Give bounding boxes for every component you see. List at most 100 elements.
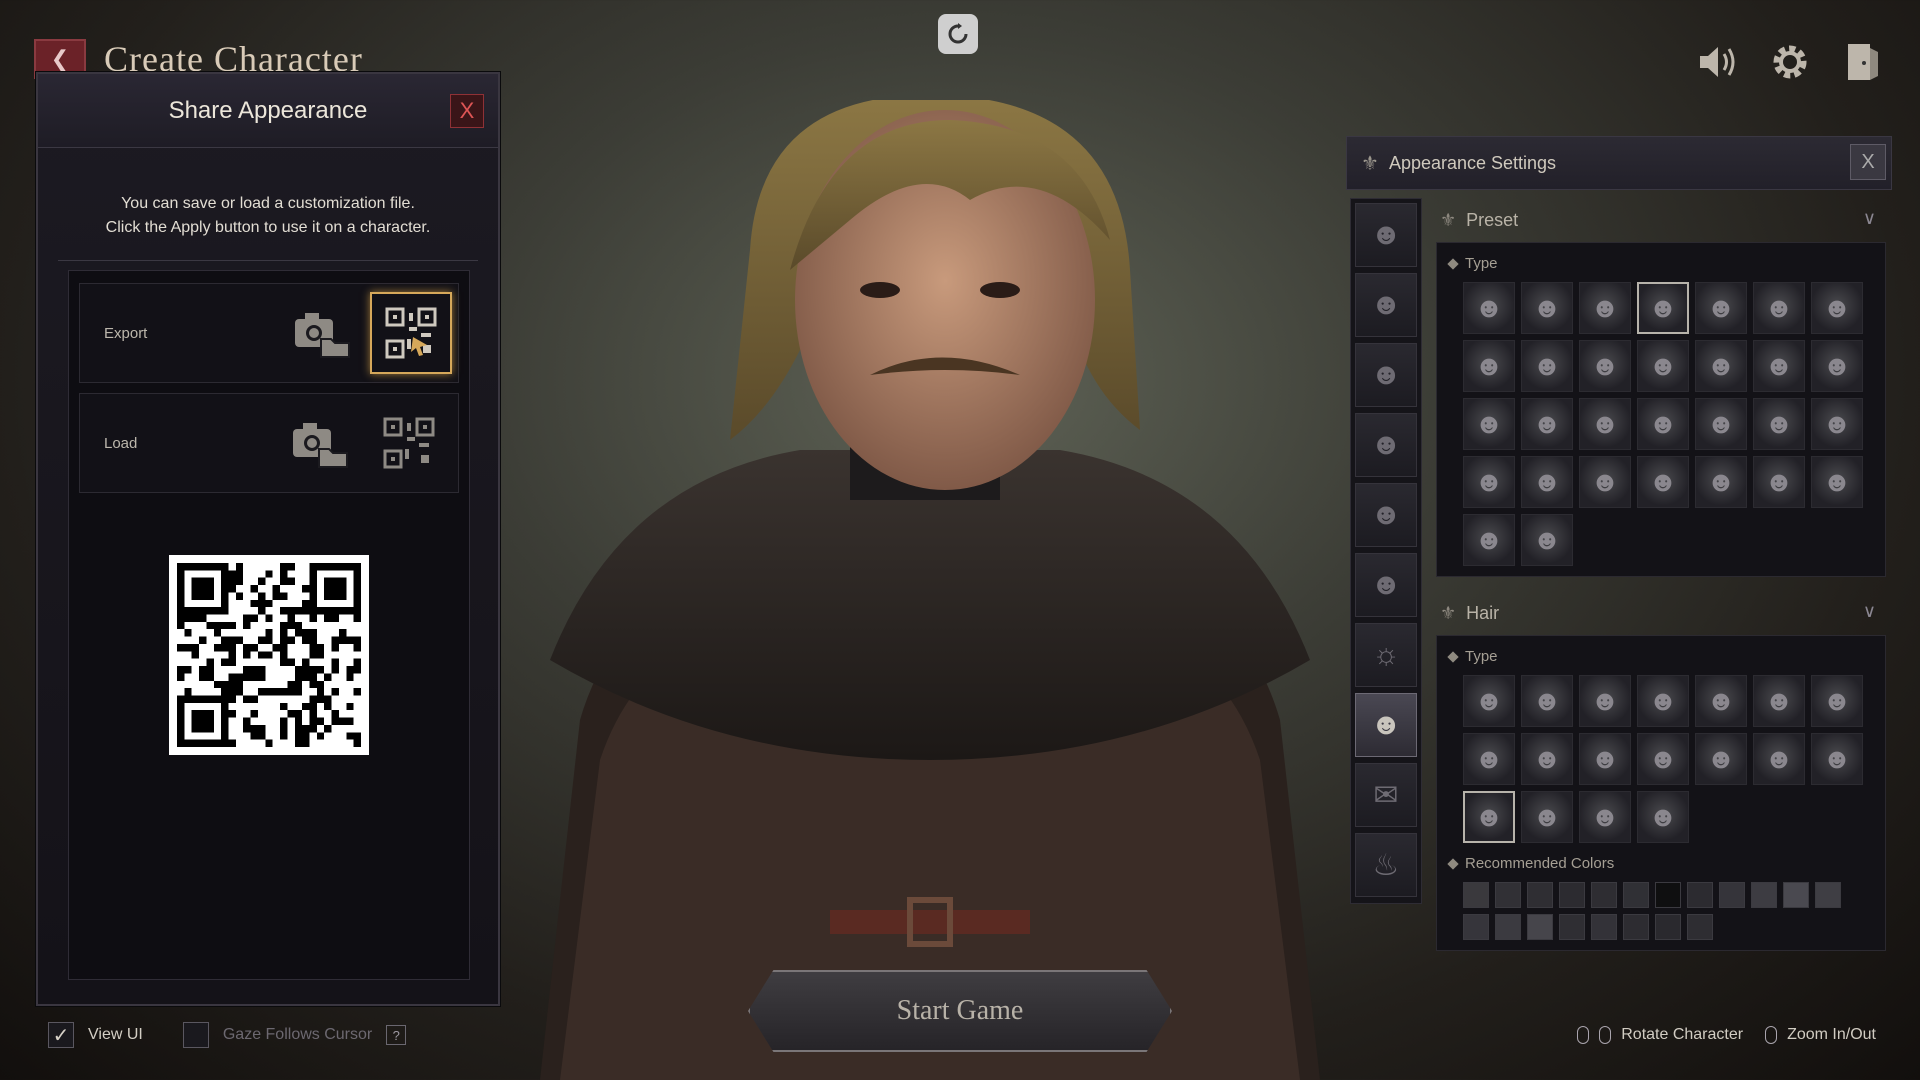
hair-thumb-11[interactable]: ☻	[1637, 733, 1689, 785]
color-swatch-4[interactable]	[1559, 882, 1585, 908]
color-swatch-2[interactable]	[1495, 882, 1521, 908]
gaze-checkbox[interactable]	[182, 1022, 209, 1048]
sound-button[interactable]	[1696, 40, 1740, 84]
preset-thumb-11[interactable]: ☻	[1637, 340, 1689, 392]
share-appearance-panel: Share Appearance X You can save or load …	[36, 72, 500, 1006]
preset-thumb-30[interactable]: ☻	[1521, 514, 1573, 566]
preset-thumb-12[interactable]: ☻	[1695, 340, 1747, 392]
color-swatch-17[interactable]	[1591, 914, 1617, 940]
tab-face-4[interactable]: ☻	[1355, 413, 1417, 477]
color-swatch-11[interactable]	[1783, 882, 1809, 908]
preset-thumb-3[interactable]: ☻	[1579, 282, 1631, 334]
hairstyle-thumbnail-icon: ☻	[1532, 801, 1562, 832]
preset-thumb-1[interactable]: ☻	[1463, 282, 1515, 334]
hair-thumb-1[interactable]: ☻	[1463, 675, 1515, 727]
color-swatch-7[interactable]	[1655, 882, 1681, 908]
preset-thumb-28[interactable]: ☻	[1811, 456, 1863, 508]
character-preview[interactable]	[500, 94, 1360, 1080]
tab-outfit[interactable]: ♨	[1355, 833, 1417, 897]
preset-thumb-9[interactable]: ☻	[1521, 340, 1573, 392]
tab-face-1[interactable]: ☻	[1355, 203, 1417, 267]
preset-thumb-7[interactable]: ☻	[1811, 282, 1863, 334]
preset-thumb-18[interactable]: ☻	[1637, 398, 1689, 450]
preset-thumb-5[interactable]: ☻	[1695, 282, 1747, 334]
view-ui-checkbox[interactable]: ✓	[48, 1022, 74, 1048]
preset-thumb-10[interactable]: ☻	[1579, 340, 1631, 392]
settings-button[interactable]	[1768, 40, 1812, 84]
hair-thumb-18[interactable]: ☻	[1637, 791, 1689, 843]
exit-button[interactable]	[1840, 40, 1884, 84]
preset-thumb-14[interactable]: ☻	[1811, 340, 1863, 392]
color-swatch-9[interactable]	[1719, 882, 1745, 908]
tab-face-2[interactable]: ☻	[1355, 273, 1417, 337]
color-swatch-1[interactable]	[1463, 882, 1489, 908]
color-swatch-18[interactable]	[1623, 914, 1649, 940]
hair-thumb-16[interactable]: ☻	[1521, 791, 1573, 843]
hair-thumb-10[interactable]: ☻	[1579, 733, 1631, 785]
reset-camera-button[interactable]	[938, 14, 978, 54]
hair-thumb-9[interactable]: ☻	[1521, 733, 1573, 785]
color-swatch-15[interactable]	[1527, 914, 1553, 940]
tab-face-6[interactable]: ☻	[1355, 553, 1417, 617]
preset-thumb-24[interactable]: ☻	[1579, 456, 1631, 508]
tab-body[interactable]: ✉	[1355, 763, 1417, 827]
tab-face-paint[interactable]: ☼	[1355, 623, 1417, 687]
color-swatch-8[interactable]	[1687, 882, 1713, 908]
tab-face-5[interactable]: ☻	[1355, 483, 1417, 547]
preset-thumb-23[interactable]: ☻	[1521, 456, 1573, 508]
share-close-button[interactable]: X	[450, 94, 484, 128]
appearance-close-button[interactable]: X	[1850, 144, 1886, 180]
diamond-icon	[1447, 857, 1459, 870]
load-qr-button[interactable]	[368, 402, 450, 484]
hair-thumb-7[interactable]: ☻	[1811, 675, 1863, 727]
preset-section-header[interactable]: ⚜ Preset ∨	[1436, 198, 1886, 242]
help-icon[interactable]: ?	[386, 1025, 407, 1045]
preset-thumb-6[interactable]: ☻	[1753, 282, 1805, 334]
export-screenshot-button[interactable]	[280, 292, 362, 374]
color-swatch-10[interactable]	[1751, 882, 1777, 908]
preset-thumb-20[interactable]: ☻	[1753, 398, 1805, 450]
preset-thumb-16[interactable]: ☻	[1521, 398, 1573, 450]
preset-thumb-8[interactable]: ☻	[1463, 340, 1515, 392]
color-swatch-6[interactable]	[1623, 882, 1649, 908]
hairstyle-thumbnail-icon: ☻	[1822, 685, 1852, 716]
preset-thumb-17[interactable]: ☻	[1579, 398, 1631, 450]
preset-thumb-26[interactable]: ☻	[1695, 456, 1747, 508]
tab-face-3[interactable]: ☻	[1355, 343, 1417, 407]
hair-thumb-14[interactable]: ☻	[1811, 733, 1863, 785]
hair-thumb-5[interactable]: ☻	[1695, 675, 1747, 727]
color-swatch-20[interactable]	[1687, 914, 1713, 940]
export-qr-button[interactable]	[370, 292, 452, 374]
preset-thumb-15[interactable]: ☻	[1463, 398, 1515, 450]
hair-thumb-8[interactable]: ☻	[1463, 733, 1515, 785]
hair-thumb-2[interactable]: ☻	[1521, 675, 1573, 727]
tab-hair[interactable]: ☻	[1355, 693, 1417, 757]
color-swatch-5[interactable]	[1591, 882, 1617, 908]
preset-thumb-25[interactable]: ☻	[1637, 456, 1689, 508]
hair-section-header[interactable]: ⚜ Hair ∨	[1436, 591, 1886, 635]
color-swatch-14[interactable]	[1495, 914, 1521, 940]
hairstyle-thumbnail-icon: ☻	[1648, 801, 1678, 832]
hair-thumb-4[interactable]: ☻	[1637, 675, 1689, 727]
hair-thumb-12[interactable]: ☻	[1695, 733, 1747, 785]
hair-thumb-15[interactable]: ☻	[1463, 791, 1515, 843]
hair-thumb-13[interactable]: ☻	[1753, 733, 1805, 785]
preset-thumb-29[interactable]: ☻	[1463, 514, 1515, 566]
preset-thumb-2[interactable]: ☻	[1521, 282, 1573, 334]
preset-thumb-22[interactable]: ☻	[1463, 456, 1515, 508]
preset-thumb-13[interactable]: ☻	[1753, 340, 1805, 392]
preset-thumb-19[interactable]: ☻	[1695, 398, 1747, 450]
hair-thumb-17[interactable]: ☻	[1579, 791, 1631, 843]
preset-thumb-27[interactable]: ☻	[1753, 456, 1805, 508]
load-screenshot-button[interactable]	[278, 402, 360, 484]
color-swatch-16[interactable]	[1559, 914, 1585, 940]
start-game-button[interactable]: Start Game	[748, 970, 1172, 1052]
hair-thumb-3[interactable]: ☻	[1579, 675, 1631, 727]
color-swatch-19[interactable]	[1655, 914, 1681, 940]
color-swatch-13[interactable]	[1463, 914, 1489, 940]
preset-thumb-4[interactable]: ☻	[1637, 282, 1689, 334]
hair-thumb-6[interactable]: ☻	[1753, 675, 1805, 727]
color-swatch-12[interactable]	[1815, 882, 1841, 908]
preset-thumb-21[interactable]: ☻	[1811, 398, 1863, 450]
color-swatch-3[interactable]	[1527, 882, 1553, 908]
